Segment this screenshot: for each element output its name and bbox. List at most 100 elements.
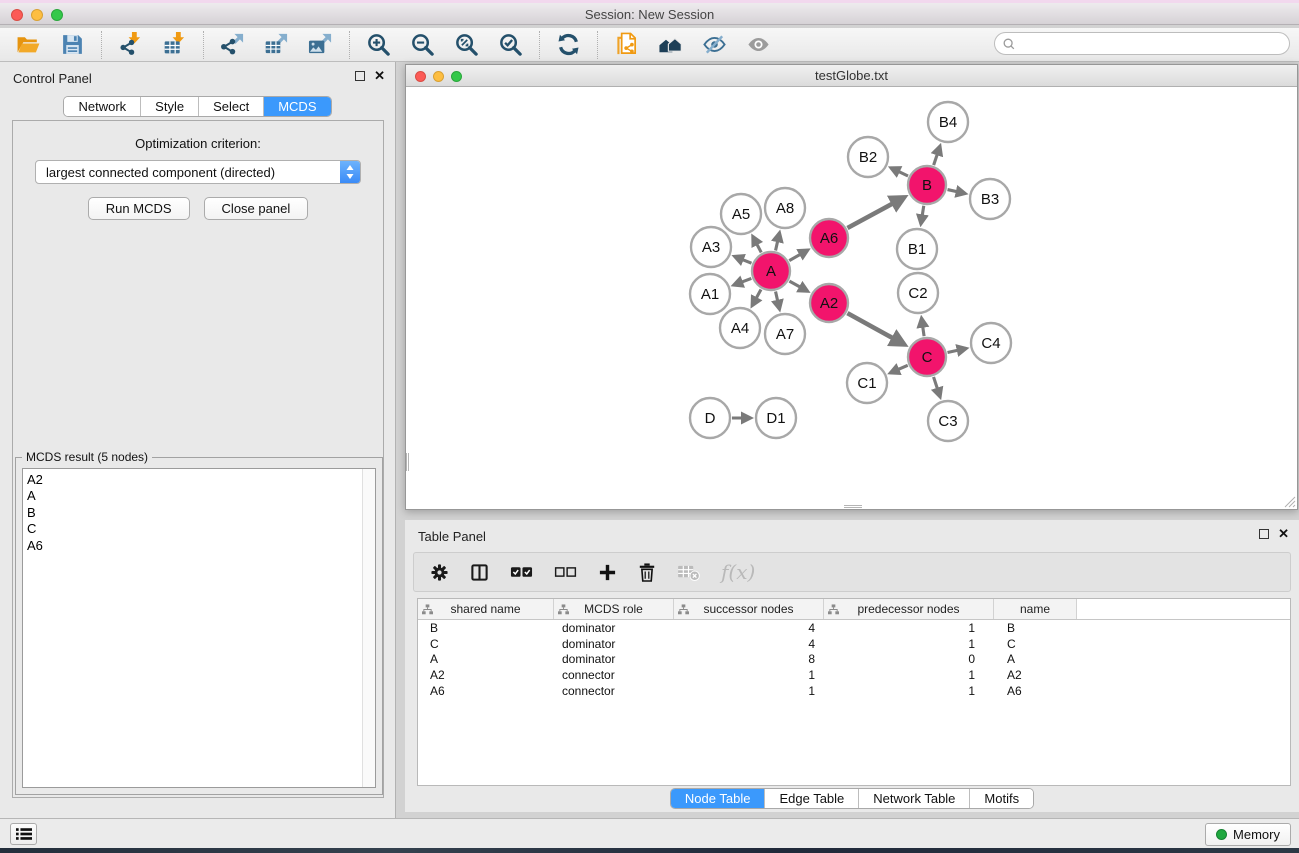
- export-table-icon[interactable]: [263, 31, 290, 58]
- select-all-checkboxes-icon[interactable]: [510, 565, 533, 579]
- graph-node-A2[interactable]: A2: [810, 284, 848, 322]
- table-cell[interactable]: 4: [674, 621, 824, 635]
- edge-A2-C[interactable]: [847, 313, 904, 344]
- table-row[interactable]: Adominator80A: [418, 651, 1290, 667]
- column-header-MCDS-role[interactable]: MCDS role: [554, 599, 674, 619]
- table-cell[interactable]: C: [994, 637, 1077, 651]
- table-cell[interactable]: dominator: [554, 637, 674, 651]
- table-cell[interactable]: C: [418, 637, 554, 651]
- graph-node-A5[interactable]: A5: [721, 194, 761, 234]
- table-row[interactable]: Bdominator41B: [418, 620, 1290, 636]
- mcds-result-item[interactable]: A: [27, 488, 375, 504]
- graph-node-A3[interactable]: A3: [691, 227, 731, 267]
- table-cell[interactable]: 4: [674, 637, 824, 651]
- mcds-result-item[interactable]: A2: [27, 472, 375, 488]
- graph-node-A4[interactable]: A4: [720, 308, 760, 348]
- edge-C-C4[interactable]: [948, 348, 967, 352]
- table-cell[interactable]: B: [994, 621, 1077, 635]
- show-columns-icon[interactable]: [470, 563, 489, 582]
- table-cell[interactable]: A2: [994, 668, 1077, 682]
- search-box[interactable]: [994, 32, 1290, 55]
- table-cell[interactable]: A2: [418, 668, 554, 682]
- graph-node-A1[interactable]: A1: [690, 274, 730, 314]
- edge-A-A8[interactable]: [776, 233, 780, 251]
- graph-node-B2[interactable]: B2: [848, 137, 888, 177]
- table-cell[interactable]: A: [418, 652, 554, 666]
- splitter-handle-bottom[interactable]: [844, 505, 862, 509]
- edge-B-B4[interactable]: [934, 146, 940, 165]
- graph-node-B[interactable]: B: [908, 166, 946, 204]
- table-row[interactable]: A2connector11A2: [418, 667, 1290, 683]
- table-cell[interactable]: connector: [554, 668, 674, 682]
- save-session-icon[interactable]: [59, 31, 86, 58]
- graph-node-A6[interactable]: A6: [810, 219, 848, 257]
- graph-node-C4[interactable]: C4: [971, 323, 1011, 363]
- table-cell[interactable]: 1: [824, 668, 994, 682]
- close-table-panel-icon[interactable]: ✕: [1278, 529, 1289, 539]
- column-header-name[interactable]: name: [994, 599, 1077, 619]
- search-input[interactable]: [1016, 37, 1289, 51]
- home-icon[interactable]: [657, 31, 684, 58]
- table-cell[interactable]: dominator: [554, 652, 674, 666]
- close-panel-icon[interactable]: ✕: [374, 71, 385, 81]
- column-header-shared-name[interactable]: shared name: [418, 599, 554, 619]
- edge-A-A5[interactable]: [753, 236, 761, 252]
- graph-node-A[interactable]: A: [752, 252, 790, 290]
- table-cell[interactable]: A6: [418, 684, 554, 698]
- column-header-predecessor-nodes[interactable]: predecessor nodes: [824, 599, 994, 619]
- tab-select[interactable]: Select: [199, 97, 264, 116]
- hide-panels-icon[interactable]: [701, 31, 728, 58]
- graph-node-D1[interactable]: D1: [756, 398, 796, 438]
- table-settings-gear-icon[interactable]: [430, 563, 449, 582]
- optimization-criterion-select[interactable]: largest connected component (directed): [35, 160, 361, 184]
- resize-grip-icon[interactable]: [1282, 494, 1296, 508]
- mcds-result-list[interactable]: A2ABCA6: [22, 468, 376, 788]
- graph-node-C3[interactable]: C3: [928, 401, 968, 441]
- graph-node-D[interactable]: D: [690, 398, 730, 438]
- edge-A-A6[interactable]: [789, 250, 808, 261]
- graph-node-B4[interactable]: B4: [928, 102, 968, 142]
- tab-motifs[interactable]: Motifs: [970, 789, 1033, 808]
- splitter-handle-left[interactable]: [406, 453, 410, 471]
- edge-A-A3[interactable]: [734, 256, 751, 263]
- edge-B-B2[interactable]: [891, 168, 908, 176]
- mcds-result-item[interactable]: A6: [27, 538, 375, 554]
- deselect-all-checkboxes-icon[interactable]: [554, 565, 577, 579]
- import-network-icon[interactable]: [117, 31, 144, 58]
- edge-A6-B[interactable]: [847, 197, 904, 228]
- table-cell[interactable]: A6: [994, 684, 1077, 698]
- open-session-icon[interactable]: [15, 31, 42, 58]
- new-network-from-file-icon[interactable]: [613, 31, 640, 58]
- memory-button[interactable]: Memory: [1205, 823, 1291, 846]
- zoom-fit-icon[interactable]: [453, 31, 480, 58]
- graph-node-A7[interactable]: A7: [765, 314, 805, 354]
- table-cell[interactable]: 1: [674, 668, 824, 682]
- edge-B-B1[interactable]: [921, 206, 924, 224]
- graph-node-C[interactable]: C: [908, 338, 946, 376]
- table-cell[interactable]: 0: [824, 652, 994, 666]
- close-panel-button[interactable]: Close panel: [204, 197, 309, 220]
- edge-C-C3[interactable]: [934, 377, 941, 397]
- zoom-out-icon[interactable]: [409, 31, 436, 58]
- table-cell[interactable]: 1: [674, 684, 824, 698]
- export-network-icon[interactable]: [219, 31, 246, 58]
- float-panel-icon[interactable]: [355, 71, 365, 81]
- graph-node-C1[interactable]: C1: [847, 363, 887, 403]
- edge-C-C1[interactable]: [890, 365, 908, 373]
- edge-A-A1[interactable]: [734, 278, 752, 285]
- tab-mcds[interactable]: MCDS: [264, 97, 330, 116]
- table-row[interactable]: A6connector11A6: [418, 683, 1290, 699]
- graph-node-A8[interactable]: A8: [765, 188, 805, 228]
- table-cell[interactable]: B: [418, 621, 554, 635]
- mcds-result-item[interactable]: B: [27, 505, 375, 521]
- network-window-titlebar[interactable]: testGlobe.txt: [406, 65, 1297, 87]
- apply-preferred-layout-icon[interactable]: [555, 31, 582, 58]
- edge-A-A4[interactable]: [752, 289, 761, 305]
- column-header-successor-nodes[interactable]: successor nodes: [674, 599, 824, 619]
- table-cell[interactable]: connector: [554, 684, 674, 698]
- tab-network-table[interactable]: Network Table: [859, 789, 970, 808]
- edge-A-A2[interactable]: [789, 281, 807, 291]
- table-cell[interactable]: 1: [824, 621, 994, 635]
- graph-node-C2[interactable]: C2: [898, 273, 938, 313]
- task-history-button[interactable]: [10, 823, 37, 845]
